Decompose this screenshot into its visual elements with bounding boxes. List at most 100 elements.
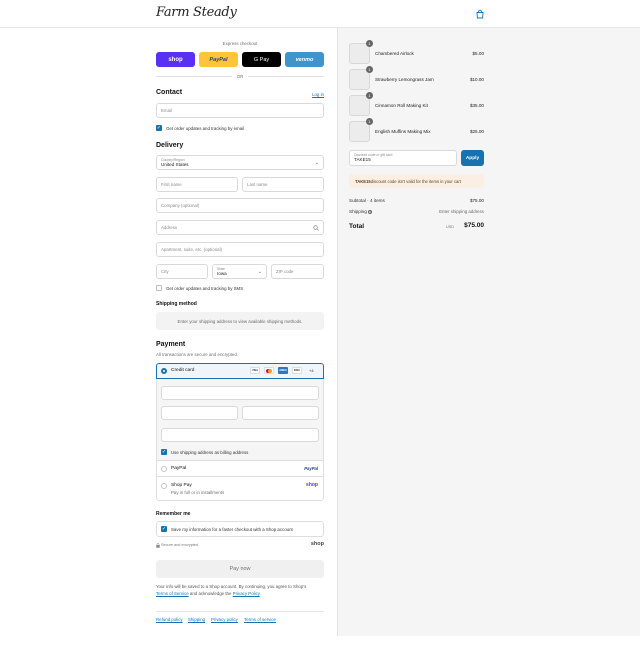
discover-icon: DISC: [292, 367, 302, 374]
city-field[interactable]: City: [156, 264, 208, 279]
quantity-badge: 1: [366, 118, 373, 125]
more-cards-badge: +4: [309, 368, 314, 373]
billing-address-label: Use shipping address as billing address: [171, 450, 249, 455]
shipping-label-text: Shipping: [349, 209, 367, 214]
discount-error-code: TAKE15: [355, 178, 371, 184]
total-label: Total: [349, 223, 365, 230]
footer-divider: [156, 611, 324, 612]
express-checkout-label: Express checkout: [222, 41, 258, 46]
discount-value: TAKE15: [354, 157, 371, 162]
card-number-field[interactable]: [161, 386, 319, 400]
company-field[interactable]: Company (optional): [156, 198, 324, 213]
divider: [156, 76, 232, 77]
legal-period: .: [259, 591, 261, 596]
footer-link-refund[interactable]: Refund policy: [156, 617, 183, 622]
currency-label: USD: [446, 225, 455, 229]
product-name: Cinnamon Roll Making Kit: [375, 103, 428, 108]
address-placeholder: Address: [161, 225, 178, 230]
header: Farm Steady: [0, 0, 640, 28]
last-name-field[interactable]: Last name: [242, 177, 324, 192]
quantity-badge: 1: [366, 92, 373, 99]
subtotal-value: $75.00: [469, 198, 484, 203]
state-select[interactable]: State Iowa ⌄: [212, 264, 267, 279]
quantity-badge: 1: [366, 40, 373, 47]
legal-and: and acknowledge the: [188, 591, 233, 596]
credit-card-label: Credit card: [171, 368, 195, 373]
country-value: United States: [161, 162, 189, 167]
mastercard-icon: [264, 367, 274, 374]
billing-address-checkbox[interactable]: ✓: [161, 449, 167, 455]
contact-heading: Contact: [156, 89, 183, 96]
discount-error-message: discount code isn't valid for the items …: [370, 178, 461, 184]
shopping-bag-icon[interactable]: [475, 9, 485, 19]
email-updates-checkbox[interactable]: ✓: [156, 125, 162, 131]
subtotal-label: Subtotal · 4 items: [349, 198, 385, 203]
legal-text: Your info will be saved to a Shop accoun…: [156, 583, 324, 597]
or-separator: OR: [236, 74, 244, 79]
help-icon[interactable]: ?: [368, 209, 373, 214]
shop-pay-option[interactable]: [156, 476, 324, 501]
venmo-button[interactable]: venmo: [285, 52, 324, 67]
legal-line: Your info will be saved to a Shop accoun…: [156, 584, 307, 589]
store-logo[interactable]: Farm Steady: [156, 5, 237, 20]
shop-pay-radio[interactable]: [161, 483, 167, 489]
footer-link-terms[interactable]: Terms of service: [244, 617, 276, 622]
paypal-logo: PayPal: [304, 466, 318, 471]
shop-pay-button[interactable]: shop: [156, 52, 195, 67]
apartment-field[interactable]: Apartment, suite, etc. (optional): [156, 242, 324, 257]
order-summary-panel: [337, 28, 640, 636]
zip-field[interactable]: ZIP code: [271, 264, 324, 279]
visa-icon: VISA: [250, 367, 260, 374]
sms-updates-label: Get order updates and tracking by SMS: [166, 286, 244, 291]
discount-code-field[interactable]: Discount code or gift card TAKE15: [349, 150, 457, 166]
chevron-down-icon: ⌄: [257, 269, 262, 275]
terms-link[interactable]: Terms of Service: [156, 591, 189, 596]
apply-button[interactable]: Apply: [461, 150, 484, 166]
shipping-label: Shipping ?: [349, 209, 373, 214]
expiration-field[interactable]: [161, 406, 238, 420]
payment-subtitle: All transactions are secure and encrypte…: [156, 352, 239, 357]
product-price: $25.00: [469, 129, 484, 134]
email-field[interactable]: Email: [156, 103, 324, 118]
footer-link-shipping[interactable]: Shipping: [188, 617, 205, 622]
footer-link-privacy[interactable]: Privacy policy: [211, 617, 238, 622]
security-code-field[interactable]: [242, 406, 319, 420]
shop-pay-label: Shop Pay: [171, 483, 192, 488]
first-name-field[interactable]: First name: [156, 177, 238, 192]
address-field[interactable]: Address: [156, 220, 324, 235]
privacy-link[interactable]: Privacy Policy: [233, 591, 260, 596]
shipping-method-heading: Shipping method: [156, 301, 197, 307]
amex-icon: AMEX: [278, 367, 288, 374]
lock-icon: [156, 543, 160, 548]
country-select[interactable]: Country/Region United States ⌄: [156, 155, 324, 170]
quantity-badge: 1: [366, 66, 373, 73]
sms-updates-checkbox[interactable]: [156, 285, 162, 291]
pay-now-button[interactable]: Pay now: [156, 560, 324, 578]
discount-error-banner: TAKE15 discount code isn't valid for the…: [349, 174, 484, 188]
chevron-down-icon: ⌄: [314, 160, 319, 166]
email-updates-label: Get order updates and tracking by email: [166, 126, 245, 131]
paypal-radio[interactable]: [161, 466, 167, 472]
shop-pay-subtitle: Pay in full or in installments: [171, 490, 225, 495]
product-name: English Muffins Making Mix: [375, 129, 431, 134]
total-value: $75.00: [464, 222, 484, 229]
save-info-label: Save my information for a faster checkou…: [171, 527, 293, 532]
credit-card-radio[interactable]: [161, 368, 167, 374]
shipping-value: Enter shipping address: [439, 209, 484, 214]
paypal-button[interactable]: PayPal: [199, 52, 238, 67]
shipping-method-placeholder: Enter your shipping address to view avai…: [156, 312, 324, 330]
product-price: $10.00: [469, 77, 484, 82]
shop-logo: shop: [310, 541, 324, 547]
divider: [248, 76, 324, 77]
product-price: $5.00: [472, 51, 485, 56]
login-link[interactable]: Log in: [300, 92, 324, 97]
paypal-label: PayPal: [171, 466, 187, 471]
payment-heading: Payment: [156, 341, 186, 348]
remember-me-heading: Remember me: [156, 511, 191, 517]
save-info-checkbox[interactable]: ✓: [161, 526, 167, 532]
product-price: $35.00: [469, 103, 484, 108]
search-icon: [313, 225, 319, 231]
secure-label: Secure and encrypted: [161, 543, 199, 547]
google-pay-button[interactable]: G Pay: [242, 52, 281, 67]
name-on-card-field[interactable]: [161, 428, 319, 442]
